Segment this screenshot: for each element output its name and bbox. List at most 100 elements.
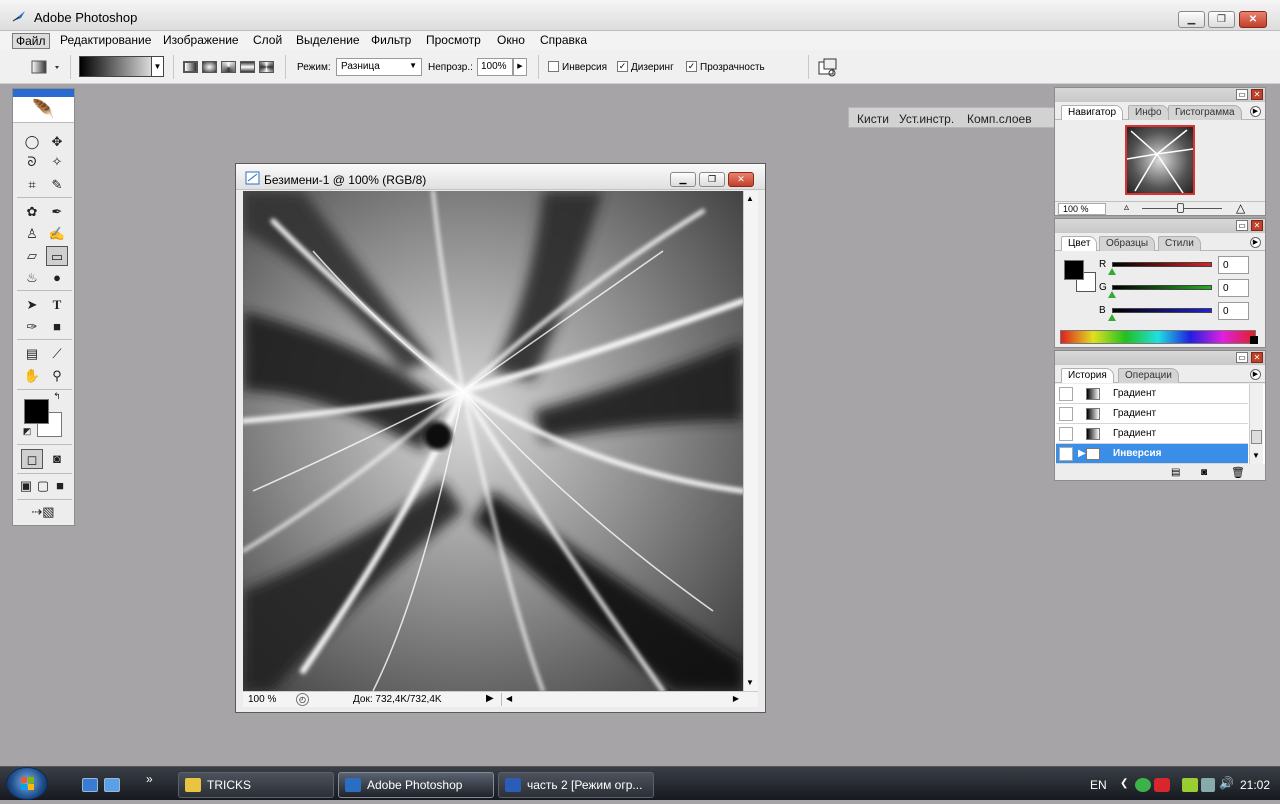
history-scrollbar[interactable]: ▼ — [1249, 384, 1263, 464]
status-menu-arrow-icon[interactable]: ▶ — [486, 693, 494, 704]
well-tab-layer-comps[interactable]: Комп.слоев — [967, 112, 1032, 126]
history-item-selected[interactable]: ▶ Инверсия — [1056, 444, 1248, 464]
show-desktop-icon[interactable] — [82, 778, 98, 792]
minimize-button[interactable]: ▁ — [1178, 11, 1205, 28]
history-snapshot-checkbox[interactable] — [1059, 387, 1073, 401]
history-snapshot-checkbox[interactable] — [1059, 427, 1073, 441]
restore-button[interactable]: ❐ — [1208, 11, 1235, 28]
blur-tool-icon[interactable]: ♨ — [21, 268, 43, 288]
reverse-checkbox[interactable] — [548, 61, 559, 72]
status-info-icon[interactable]: ◴ — [296, 693, 309, 706]
scroll-right-icon[interactable]: ▶ — [733, 694, 739, 703]
r-slider-thumb-icon[interactable] — [1108, 268, 1116, 275]
reflected-gradient-icon[interactable] — [240, 61, 255, 73]
mode-select[interactable]: Разница ▼ — [336, 58, 422, 76]
eraser-tool-icon[interactable]: ▱ — [21, 246, 43, 266]
tab-styles[interactable]: Стили — [1158, 236, 1201, 251]
dither-checkbox[interactable]: ✓ — [617, 61, 628, 72]
well-tab-brushes[interactable]: Кисти — [857, 112, 889, 126]
history-snapshot-checkbox[interactable] — [1059, 447, 1073, 461]
opacity-slider-arrow-icon[interactable]: ▶ — [513, 58, 527, 76]
history-item[interactable]: Градиент — [1056, 384, 1248, 404]
doc-close-button[interactable]: ✕ — [728, 172, 754, 187]
g-slider-thumb-icon[interactable] — [1108, 291, 1116, 298]
taskbar-button-photoshop[interactable]: Adobe Photoshop — [338, 772, 494, 798]
panel-header[interactable]: ▭ ✕ — [1055, 351, 1265, 365]
dodge-tool-icon[interactable]: ● — [46, 268, 68, 288]
menu-window[interactable]: Окно — [494, 33, 528, 49]
panel-close-icon[interactable]: ✕ — [1251, 89, 1263, 100]
clone-stamp-tool-icon[interactable]: ♙ — [21, 224, 43, 244]
menu-layer[interactable]: Слой — [250, 33, 285, 49]
foreground-color-swatch[interactable] — [24, 399, 49, 424]
slice-tool-icon[interactable]: ✎ — [46, 175, 68, 195]
document-titlebar[interactable]: Безимени-1 @ 100% (RGB/8) ▁ ❐ ✕ — [236, 164, 765, 190]
eyedropper-tool-icon[interactable]: ⟋ — [46, 344, 68, 364]
panel-minimize-icon[interactable]: ▭ — [1236, 220, 1248, 231]
panel-menu-icon[interactable]: ▶ — [1250, 237, 1261, 248]
magic-wand-tool-icon[interactable]: ✧ — [46, 152, 68, 172]
r-channel-slider[interactable] — [1112, 262, 1212, 267]
radial-gradient-icon[interactable] — [202, 61, 217, 73]
tray-app-green-icon[interactable] — [1135, 778, 1151, 792]
menu-help[interactable]: Справка — [537, 33, 590, 49]
network-icon[interactable] — [1201, 778, 1215, 792]
g-channel-slider[interactable] — [1112, 285, 1212, 290]
menu-file[interactable]: Файл — [12, 33, 50, 49]
trash-icon[interactable]: 🗑 — [1231, 466, 1245, 479]
zoom-level[interactable]: 100 % — [248, 694, 276, 705]
zoom-tool-icon[interactable]: ⚲ — [46, 366, 68, 386]
menu-select[interactable]: Выделение — [293, 33, 363, 49]
scroll-down-icon[interactable]: ▼ — [746, 678, 754, 687]
menu-filter[interactable]: Фильтр — [368, 33, 414, 49]
zoom-in-icon[interactable]: △ — [1236, 201, 1245, 215]
brush-tool-icon[interactable]: ✒ — [46, 202, 68, 222]
zoom-slider-thumb[interactable] — [1177, 203, 1184, 213]
quick-launch-more-icon[interactable]: » — [146, 772, 153, 786]
color-ramp[interactable] — [1060, 330, 1256, 344]
shape-tool-icon[interactable]: ■ — [46, 317, 68, 337]
start-button[interactable] — [6, 767, 48, 800]
tab-swatches[interactable]: Образцы — [1099, 236, 1156, 251]
tab-color[interactable]: Цвет — [1061, 236, 1098, 251]
notes-tool-icon[interactable]: ▤ — [21, 344, 43, 364]
toolbox-header[interactable] — [13, 89, 74, 97]
full-screen-menu-mode-icon[interactable]: ▢ — [35, 476, 51, 496]
angle-gradient-icon[interactable] — [221, 61, 236, 73]
taskbar-button-tricks[interactable]: TRICKS — [178, 772, 334, 798]
tab-navigator[interactable]: Навигатор — [1061, 105, 1124, 120]
panel-header[interactable]: ▭ ✕ — [1055, 219, 1265, 233]
tray-expand-icon[interactable]: ❮ — [1120, 778, 1128, 789]
swap-colors-icon[interactable]: ↰ — [51, 390, 63, 402]
vertical-scrollbar[interactable]: ▲ ▼ — [743, 191, 758, 691]
r-channel-value[interactable]: 0 — [1218, 256, 1249, 274]
panel-close-icon[interactable]: ✕ — [1251, 220, 1263, 231]
hand-tool-icon[interactable]: ✋ — [21, 366, 43, 386]
transparency-checkbox[interactable]: ✓ — [686, 61, 697, 72]
volume-icon[interactable]: 🔊 — [1219, 776, 1234, 790]
marquee-tool-icon[interactable]: ◯ — [21, 132, 43, 152]
standard-mode-icon[interactable]: ◻ — [21, 449, 43, 469]
pen-tool-icon[interactable]: ✑ — [21, 317, 43, 337]
image-canvas[interactable] — [243, 191, 743, 691]
scroll-left-icon[interactable]: ◀ — [506, 694, 512, 703]
switch-windows-icon[interactable] — [104, 778, 120, 792]
doc-minimize-button[interactable]: ▁ — [670, 172, 696, 187]
history-snapshot-checkbox[interactable] — [1059, 407, 1073, 421]
doc-restore-button[interactable]: ❐ — [699, 172, 725, 187]
move-tool-icon[interactable]: ✥ — [46, 132, 68, 152]
standard-screen-mode-icon[interactable]: ▣ — [18, 476, 34, 496]
tray-app-red-icon[interactable] — [1154, 778, 1170, 792]
tab-history[interactable]: История — [1061, 368, 1114, 383]
zoom-out-icon[interactable]: ▵ — [1124, 202, 1129, 213]
horizontal-scrollbar[interactable]: ◀ ▶ — [501, 693, 743, 706]
diamond-gradient-icon[interactable] — [259, 61, 274, 73]
tab-actions[interactable]: Операции — [1118, 368, 1179, 383]
new-snapshot-icon[interactable]: ◙ — [1201, 467, 1207, 478]
type-tool-icon[interactable]: T — [46, 295, 68, 315]
foreground-color-chip[interactable] — [1064, 260, 1084, 280]
b-slider-thumb-icon[interactable] — [1108, 314, 1116, 321]
taskbar-button-word-doc[interactable]: часть 2 [Режим огр... — [498, 772, 654, 798]
history-item[interactable]: Градиент — [1056, 424, 1248, 444]
opacity-input[interactable]: 100% — [477, 58, 513, 76]
